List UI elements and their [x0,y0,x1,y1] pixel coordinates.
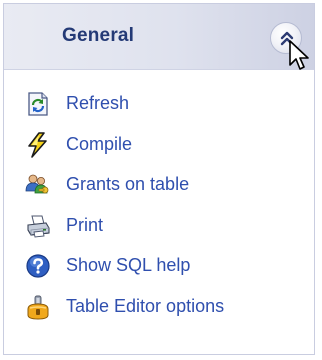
compile-label: Compile [66,133,133,154]
mouse-cursor-icon [289,40,309,70]
help-icon [26,254,50,278]
compile-link[interactable]: Compile [4,125,314,166]
print-label: Print [66,214,104,235]
print-link[interactable]: Print [4,206,314,247]
lightning-icon [28,131,47,158]
grants-on-table-label: Grants on table [66,174,190,194]
general-task-panel: General Refresh Compile Grants on table … [3,3,315,355]
refresh-icon [28,92,48,116]
show-sql-help-label: Show SQL help [66,255,191,275]
refresh-label: Refresh [66,93,130,113]
options-icon [27,295,49,320]
table-editor-options-label: Table Editor options [66,295,225,316]
printer-icon [27,215,50,237]
show-sql-help-link[interactable]: Show SQL help [4,246,314,287]
grants-on-table-link[interactable]: Grants on table [4,165,314,206]
table-editor-options-link[interactable]: Table Editor options [4,287,314,328]
panel-header[interactable]: General [4,4,314,70]
panel-title: General [62,25,135,46]
refresh-link[interactable]: Refresh [4,84,314,125]
task-list: Refresh Compile Grants on table Print Sh… [4,84,314,327]
users-key-icon [25,174,49,194]
